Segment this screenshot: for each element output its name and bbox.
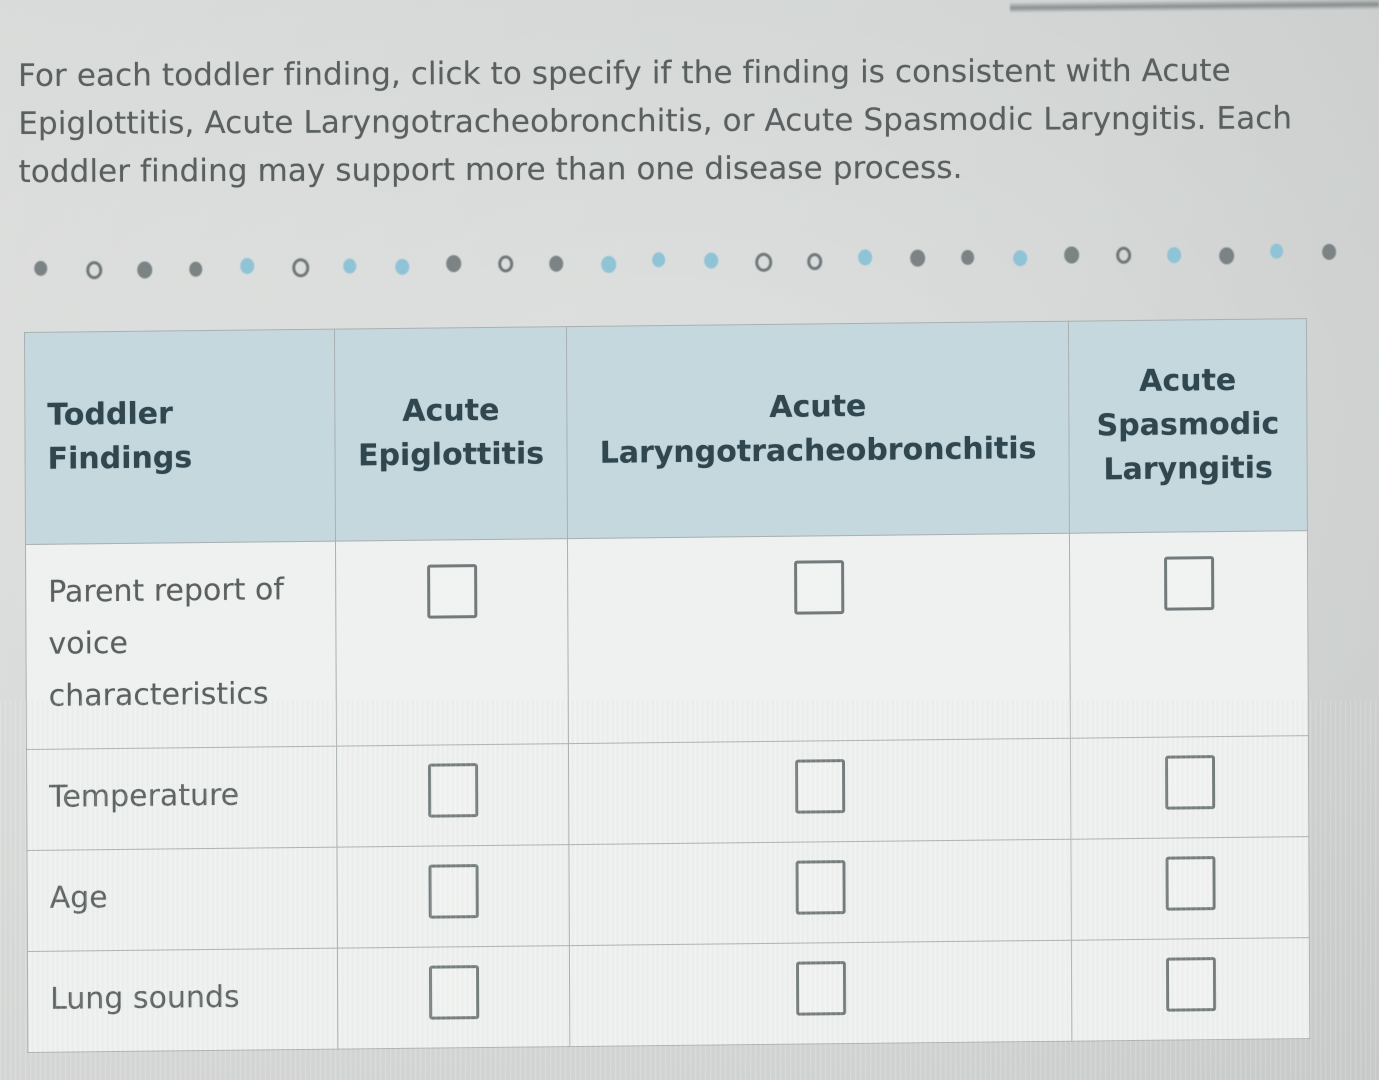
- progress-dot: [1064, 246, 1080, 264]
- progress-dot: [240, 257, 255, 275]
- column-header-acute-laryngotracheobronchitis: Acute Laryngotracheobronchitis: [566, 321, 1070, 539]
- table-row: Lung sounds: [27, 937, 1310, 1053]
- checkbox-temperature-epiglottitis[interactable]: [427, 763, 478, 818]
- matrix-header: Toddler Findings Acute Epiglottitis Acut…: [24, 318, 1308, 545]
- header-line-1: Acute: [1139, 362, 1237, 399]
- progress-dot: [137, 261, 153, 279]
- progress-dot: [34, 260, 48, 276]
- progress-dot: [1270, 243, 1284, 259]
- header-line-2: Spasmodic: [1096, 405, 1280, 443]
- checkbox-parent-report-epiglottitis[interactable]: [426, 564, 477, 619]
- progress-dot: [652, 252, 666, 268]
- progress-dot: [86, 261, 103, 280]
- table-row: Temperature: [26, 735, 1309, 851]
- header-line-2: Laryngotracheobronchitis: [599, 430, 1037, 471]
- progress-dot: [343, 258, 357, 274]
- finding-label: Parent report of voice characteristics: [25, 541, 337, 750]
- progress-dot: [395, 258, 410, 275]
- checkbox-lung-sounds-epiglottitis[interactable]: [428, 965, 479, 1020]
- progress-dot: [498, 255, 514, 273]
- cell-laryngotracheobronchitis[interactable]: [569, 940, 1072, 1047]
- cell-laryngotracheobronchitis[interactable]: [567, 533, 1071, 744]
- finding-label: Temperature: [26, 746, 337, 851]
- progress-dot: [1013, 250, 1028, 267]
- progress-dot: [858, 249, 873, 266]
- checkbox-lung-sounds-ltb[interactable]: [795, 961, 846, 1016]
- progress-dot: [807, 252, 823, 271]
- checkbox-lung-sounds-spasmodic[interactable]: [1165, 957, 1216, 1012]
- header-line-3: Laryngitis: [1103, 449, 1273, 487]
- progress-dot: [1322, 243, 1337, 261]
- progress-dot: [292, 258, 310, 278]
- progress-dot: [1116, 246, 1132, 264]
- column-header-toddler-findings: Toddler Findings: [24, 329, 336, 545]
- finding-label: Lung sounds: [27, 948, 338, 1053]
- cell-spasmodic-laryngitis[interactable]: [1070, 735, 1309, 840]
- finding-label: Age: [26, 847, 338, 952]
- column-header-acute-epiglottitis: Acute Epiglottitis: [334, 326, 568, 542]
- cell-spasmodic-laryngitis[interactable]: [1071, 937, 1310, 1042]
- cell-laryngotracheobronchitis[interactable]: [568, 738, 1071, 845]
- checkbox-parent-report-spasmodic[interactable]: [1163, 556, 1214, 611]
- findings-matrix-container: Toddler Findings Acute Epiglottitis Acut…: [24, 318, 1310, 1053]
- header-line-2: Findings: [47, 439, 193, 477]
- cell-epiglottitis[interactable]: [336, 844, 570, 949]
- matrix-header-row: Toddler Findings Acute Epiglottitis Acut…: [24, 318, 1308, 545]
- progress-dot: [189, 261, 203, 277]
- cell-spasmodic-laryngitis[interactable]: [1069, 530, 1309, 739]
- progress-dot: [910, 249, 926, 267]
- findings-matrix-table: Toddler Findings Acute Epiglottitis Acut…: [24, 318, 1310, 1053]
- progress-dot: [961, 249, 975, 266]
- header-line-1: Acute: [402, 392, 500, 429]
- matrix-body: Parent report of voice characteristics T…: [25, 530, 1310, 1053]
- table-row: Parent report of voice characteristics: [25, 530, 1309, 750]
- progress-dot: [549, 255, 564, 272]
- progress-dot: [601, 255, 617, 274]
- checkbox-temperature-spasmodic[interactable]: [1164, 755, 1215, 810]
- checkbox-age-ltb[interactable]: [794, 860, 846, 915]
- cell-epiglottitis[interactable]: [335, 538, 569, 747]
- progress-dot: [446, 255, 462, 273]
- header-line-1: Toddler: [47, 395, 173, 433]
- progress-dot: [704, 252, 719, 269]
- checkbox-parent-report-ltb[interactable]: [793, 560, 844, 615]
- progress-dot: [1167, 246, 1182, 264]
- checkbox-age-spasmodic[interactable]: [1164, 856, 1216, 911]
- cell-epiglottitis[interactable]: [336, 743, 569, 848]
- checkbox-age-epiglottitis[interactable]: [428, 864, 479, 919]
- cell-spasmodic-laryngitis[interactable]: [1070, 836, 1310, 941]
- cell-laryngotracheobronchitis[interactable]: [568, 839, 1072, 946]
- checkbox-temperature-ltb[interactable]: [794, 759, 845, 814]
- header-line-2: Epiglottitis: [357, 435, 545, 473]
- question-prompt: For each toddler finding, click to speci…: [18, 52, 1293, 190]
- cell-epiglottitis[interactable]: [337, 945, 570, 1050]
- progress-dot: [755, 252, 773, 272]
- table-row: Age: [26, 836, 1310, 952]
- progress-dot: [1219, 247, 1235, 265]
- column-header-acute-spasmodic-laryngitis: Acute Spasmodic Laryngitis: [1068, 318, 1308, 534]
- header-line-1: Acute: [769, 388, 867, 425]
